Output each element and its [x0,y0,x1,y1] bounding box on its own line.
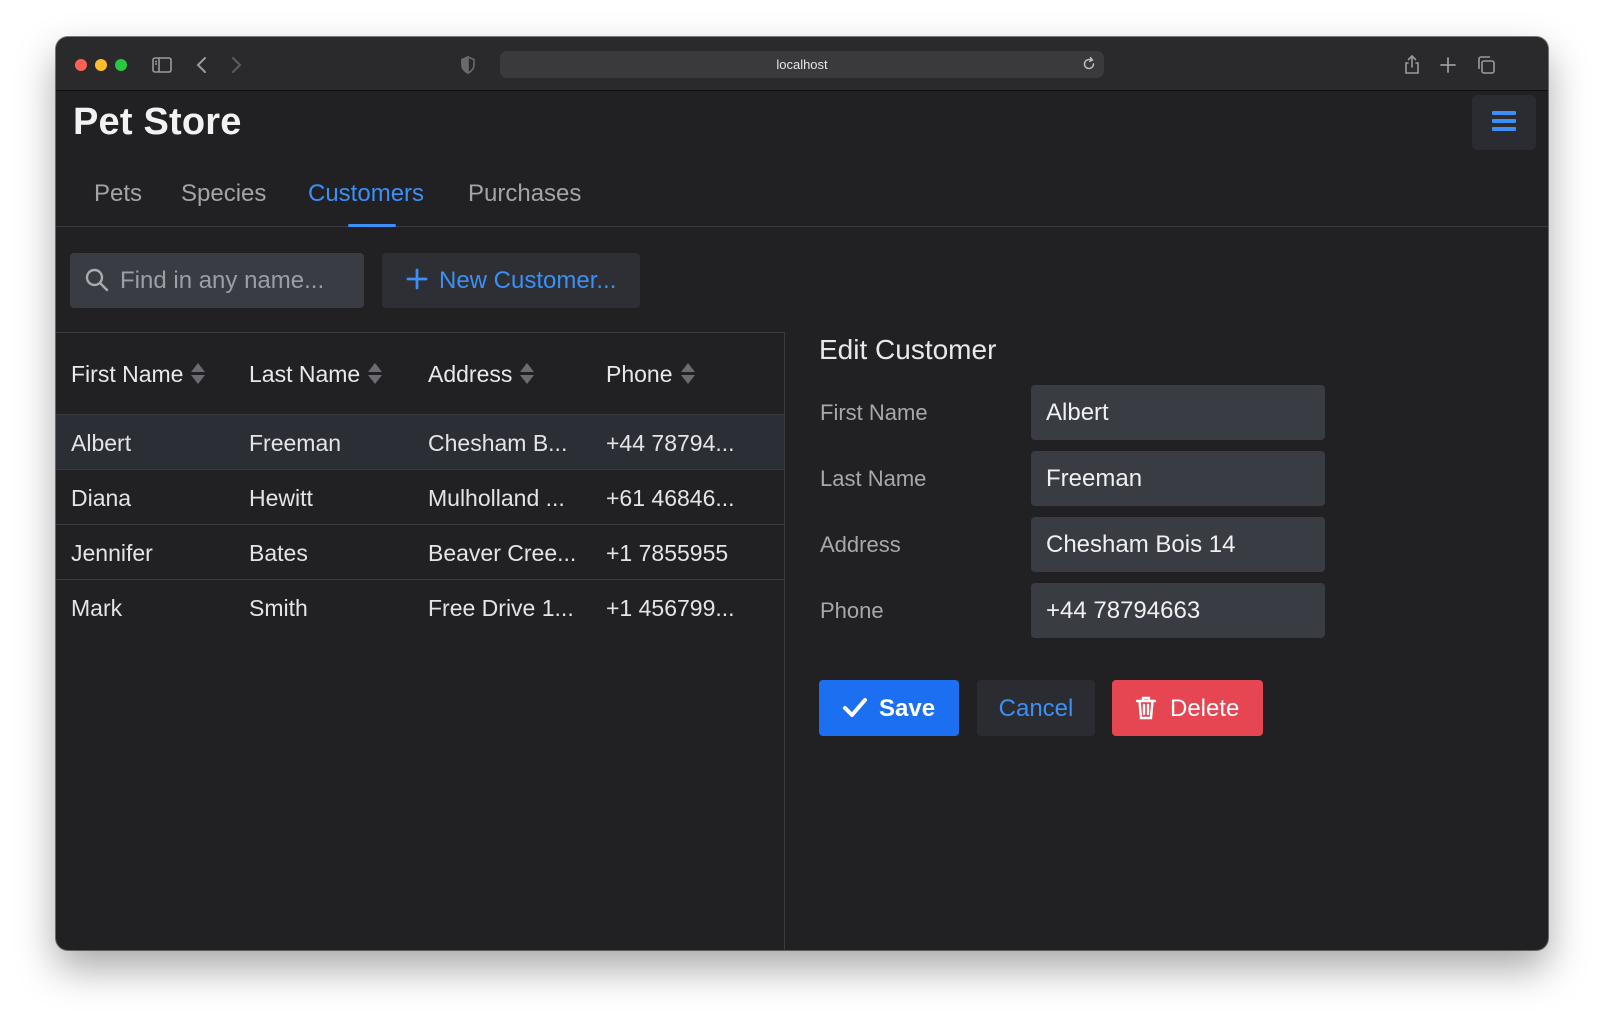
app-title: Pet Store [73,101,242,143]
checkmark-icon [841,695,869,721]
cell-last-name: Hewitt [249,485,313,511]
cell-address: Beaver Cree... [428,540,577,566]
table-row[interactable]: Albert Freeman Chesham B... +44 78794... [56,414,784,470]
first-name-label: First Name [820,400,928,425]
table-row[interactable]: Mark Smith Free Drive 1... +1 456799... [56,579,784,635]
active-tab-indicator [348,224,396,227]
share-icon[interactable] [1400,53,1424,77]
sort-icon [520,362,535,385]
save-button[interactable]: Save [819,680,959,736]
cell-phone: +1 456799... [606,595,735,621]
plus-icon [404,266,430,292]
search-box [70,253,364,308]
last-name-field[interactable] [1031,451,1325,506]
browser-window: localhost Pet Store Pets Species Custome… [56,37,1548,950]
column-header-last-name[interactable]: Last Name [249,361,383,388]
browser-toolbar: localhost [56,37,1548,91]
maximize-window-button[interactable] [115,59,127,71]
save-label: Save [879,695,936,722]
url-text: localhost [776,57,828,72]
delete-button[interactable]: Delete [1112,680,1263,736]
delete-label: Delete [1170,695,1240,722]
sort-icon [191,362,206,385]
new-tab-icon[interactable] [1436,53,1460,77]
table-header: First Name Last Name Address Phone [56,333,784,414]
column-header-address[interactable]: Address [428,361,535,388]
hamburger-menu-button[interactable] [1472,95,1536,150]
sidebar-toggle-icon[interactable] [150,53,174,77]
cell-address: Mulholland ... [428,485,565,511]
cancel-button[interactable]: Cancel [977,680,1095,736]
cancel-label: Cancel [998,695,1074,722]
sort-icon [680,362,695,385]
tab-overview-icon[interactable] [1474,53,1498,77]
privacy-shield-icon[interactable] [456,53,480,77]
cell-first-name: Mark [71,595,123,621]
nav-tabs: Pets Species Customers Purchases [56,177,1548,227]
cell-first-name: Albert [71,430,132,456]
back-icon[interactable] [190,53,214,77]
new-customer-button[interactable]: New Customer... [382,253,640,308]
tab-customers[interactable]: Customers [308,180,424,208]
cell-address: Free Drive 1... [428,595,574,621]
reload-icon[interactable] [1080,55,1098,73]
column-header-first-name[interactable]: First Name [71,361,206,388]
cell-last-name: Bates [249,540,308,566]
cell-phone: +61 46846... [606,485,735,511]
cell-last-name: Smith [249,595,308,621]
minimize-window-button[interactable] [95,59,107,71]
phone-label: Phone [820,598,884,623]
customers-table: First Name Last Name Address Phone Alber… [56,332,785,950]
tab-purchases[interactable]: Purchases [468,180,581,208]
column-header-phone[interactable]: Phone [606,361,695,388]
cell-last-name: Freeman [249,430,342,456]
forward-icon[interactable] [224,53,248,77]
first-name-field[interactable] [1031,385,1325,440]
new-customer-label: New Customer... [439,267,617,294]
phone-field[interactable] [1031,583,1325,638]
trash-icon [1134,694,1158,722]
address-bar[interactable]: localhost [500,51,1104,78]
address-label: Address [820,532,901,557]
cell-first-name: Diana [71,485,132,511]
edit-customer-title: Edit Customer [819,334,997,365]
search-icon [84,267,110,293]
address-field[interactable] [1031,517,1325,572]
cell-phone: +1 7855955 [606,540,729,566]
tab-pets[interactable]: Pets [94,180,142,208]
cell-phone: +44 78794... [606,430,735,456]
table-row[interactable]: Jennifer Bates Beaver Cree... +1 7855955 [56,524,784,580]
search-input[interactable] [120,253,356,308]
tab-species[interactable]: Species [181,180,266,208]
table-row[interactable]: Diana Hewitt Mulholland ... +61 46846... [56,469,784,525]
close-window-button[interactable] [75,59,87,71]
cell-first-name: Jennifer [71,540,153,566]
last-name-label: Last Name [820,466,927,491]
cell-address: Chesham B... [428,430,568,456]
sort-icon [368,362,383,385]
